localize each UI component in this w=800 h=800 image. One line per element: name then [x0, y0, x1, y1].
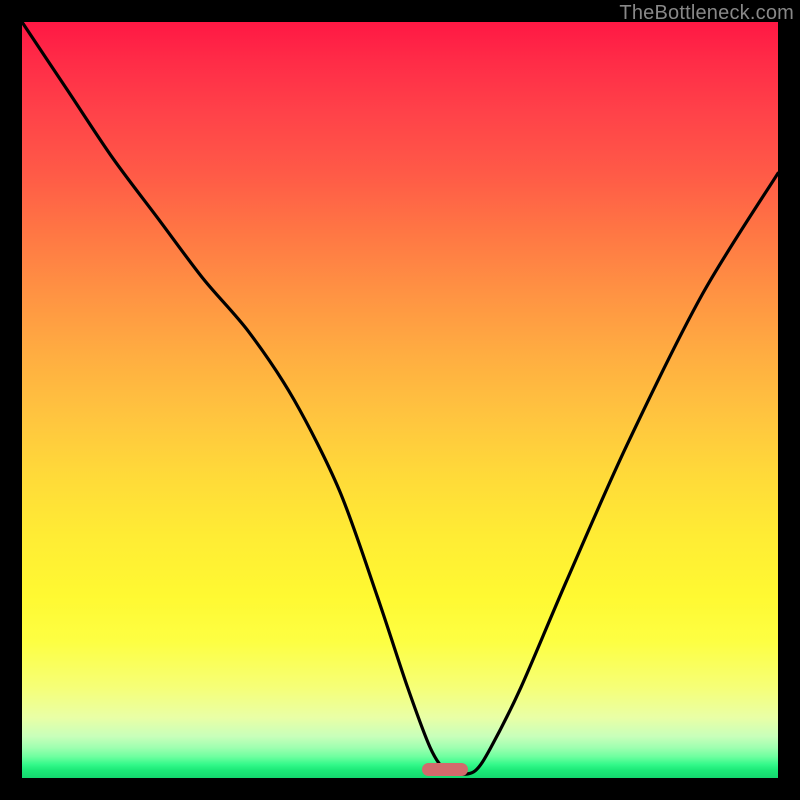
plot-area	[22, 22, 778, 778]
watermark-text: TheBottleneck.com	[619, 2, 794, 25]
chart-frame: TheBottleneck.com	[0, 0, 800, 800]
minimum-marker	[422, 763, 468, 776]
bottleneck-curve	[22, 22, 778, 778]
